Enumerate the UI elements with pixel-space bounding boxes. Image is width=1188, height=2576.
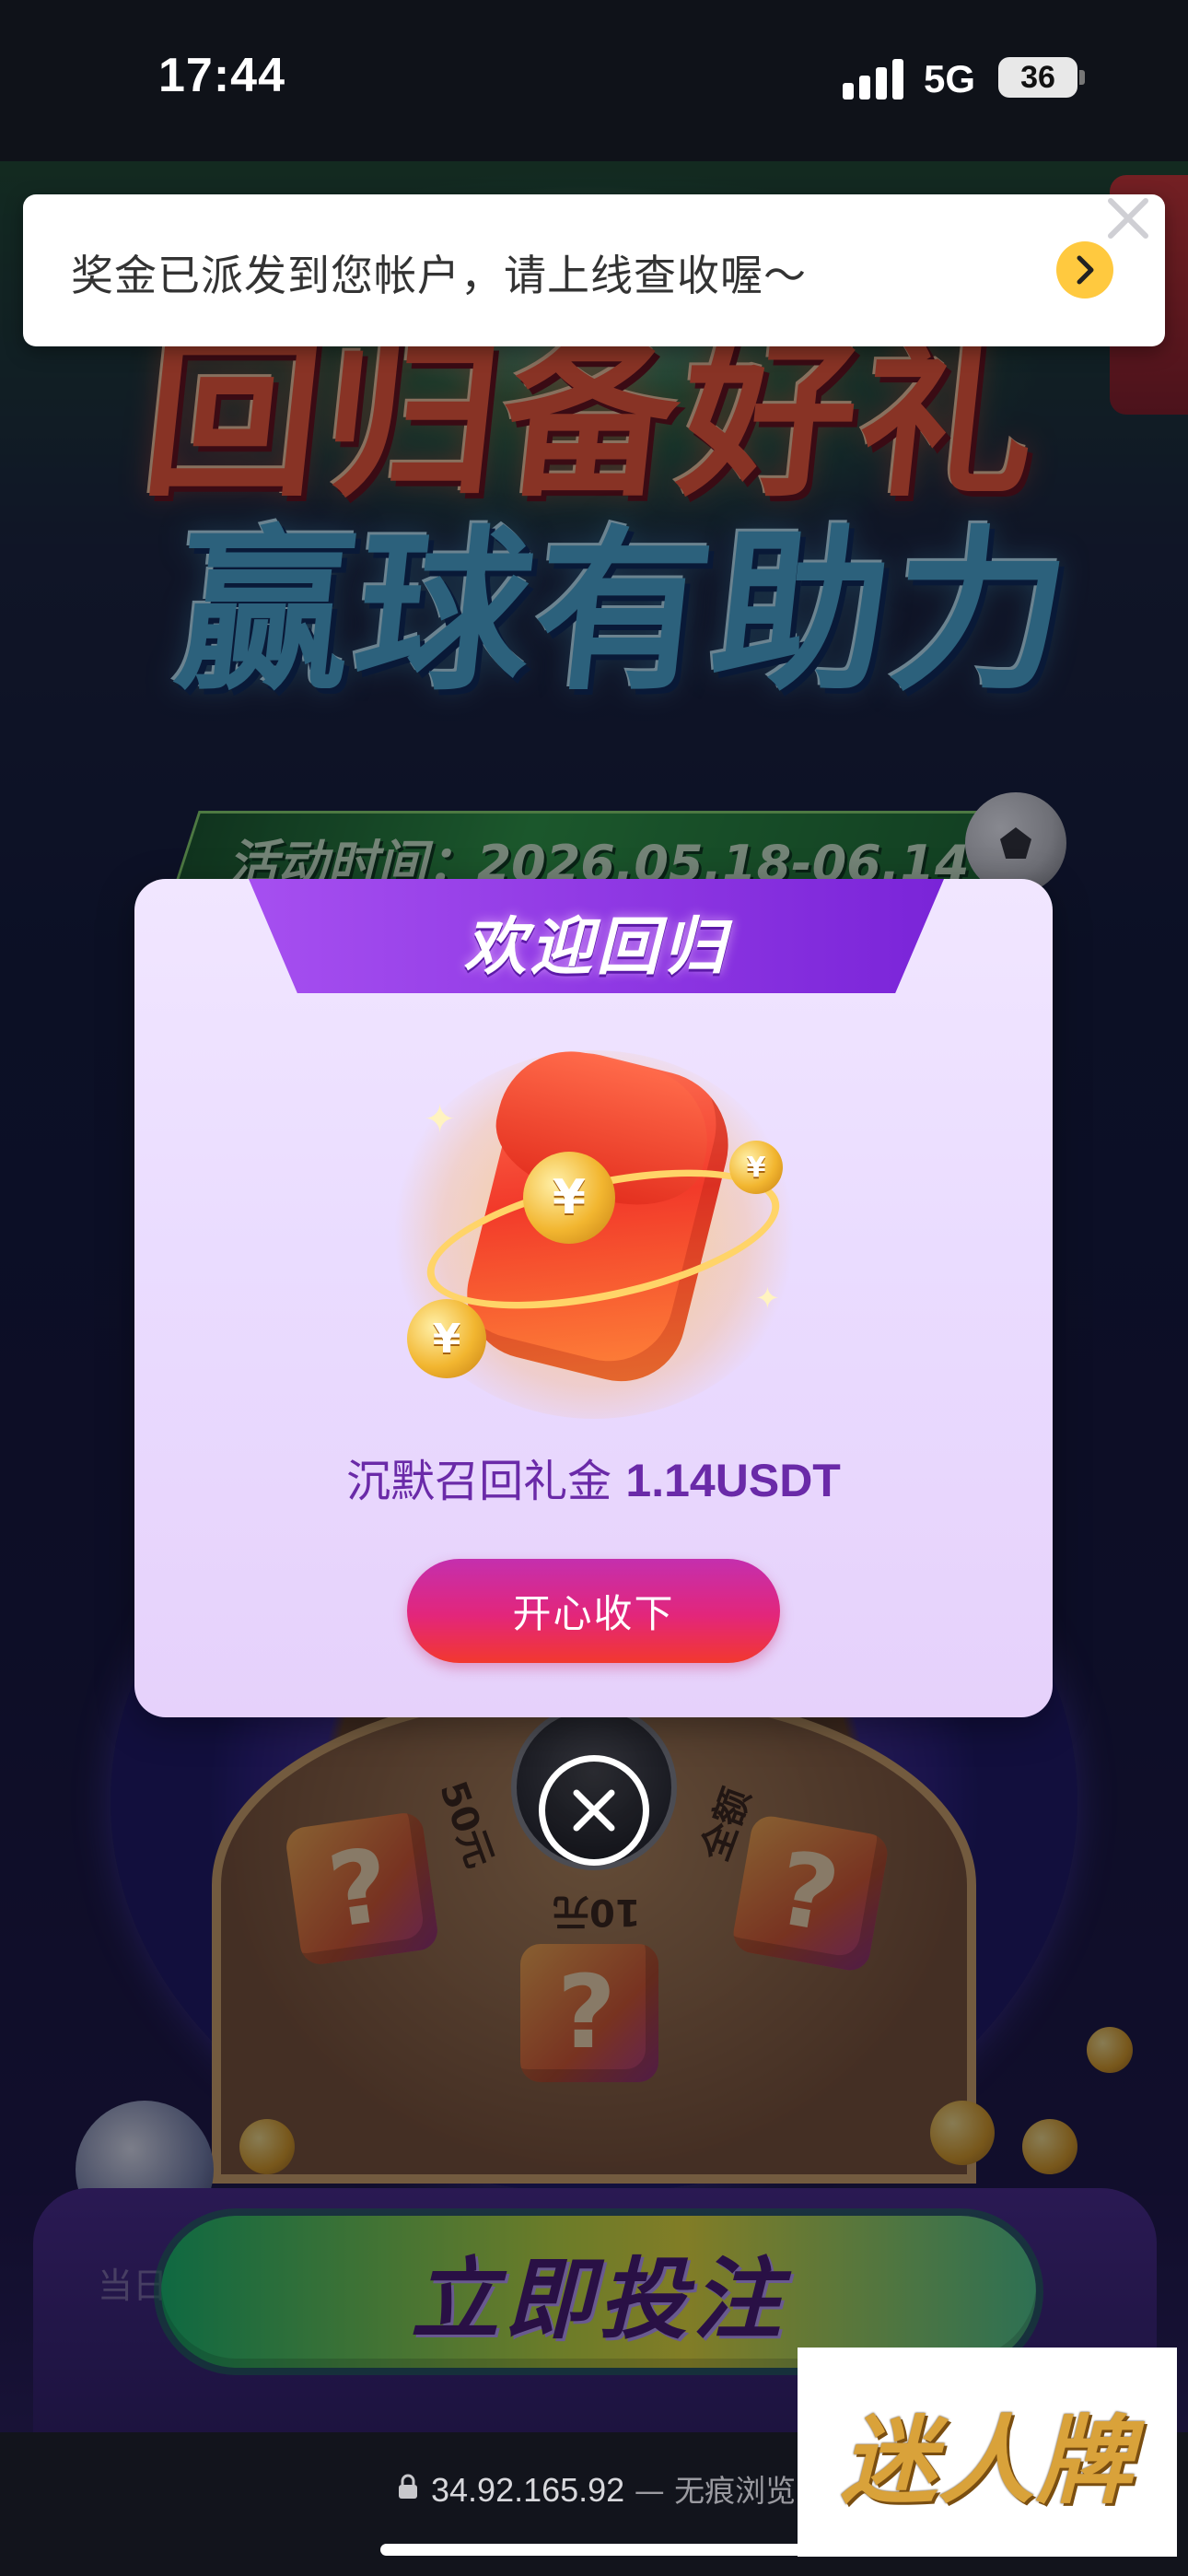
reward-label: 沉默召回礼金 xyxy=(346,1456,612,1507)
modal-title: 欢迎回归 xyxy=(463,911,729,984)
status-time: 17:44 xyxy=(158,49,285,102)
battery-icon: 36 xyxy=(998,57,1077,98)
sparkle-icon: ✦ xyxy=(424,1096,457,1142)
url-text: 34.92.165.92 xyxy=(431,2471,625,2509)
browser-url[interactable]: 34.92.165.92 — 无痕浏览 xyxy=(431,2466,796,2511)
red-envelope-icon: ¥ ¥ ¥ ✦ ✦ xyxy=(387,1032,801,1419)
lock-icon xyxy=(399,2474,417,2499)
chevron-right-icon[interactable] xyxy=(1056,241,1113,299)
cellular-signal-icon xyxy=(843,59,903,100)
watermark-text: 迷人牌 xyxy=(840,2405,1134,2517)
watermark-logo: 迷人牌 xyxy=(798,2348,1177,2557)
reward-amount: 1.14USDT xyxy=(625,1455,841,1506)
yen-coin-icon: ¥ xyxy=(523,1152,615,1244)
yen-coin-icon: ¥ xyxy=(729,1141,783,1194)
home-indicator[interactable] xyxy=(380,2544,808,2556)
close-icon[interactable] xyxy=(1101,192,1155,245)
private-mode-label: — 无痕浏览 xyxy=(624,2473,797,2509)
battery-level: 36 xyxy=(1020,59,1055,95)
sparkle-icon: ✦ xyxy=(755,1281,780,1316)
network-type: 5G xyxy=(924,57,976,100)
reward-text: 沉默召回礼金 1.14USDT xyxy=(134,1445,1053,1509)
yen-coin-icon: ¥ xyxy=(407,1299,486,1378)
toast-message: 奖金已派发到您帐户，请上线查收喔～ xyxy=(71,251,807,300)
notification-toast[interactable]: 奖金已派发到您帐户，请上线查收喔～ xyxy=(23,194,1165,346)
circle-close-icon[interactable] xyxy=(539,1755,649,1866)
status-bar: 17:44 5G 36 xyxy=(0,0,1188,161)
battery-nub xyxy=(1079,70,1085,85)
accept-reward-label: 开心收下 xyxy=(512,1591,675,1636)
accept-reward-button[interactable]: 开心收下 xyxy=(407,1559,780,1663)
